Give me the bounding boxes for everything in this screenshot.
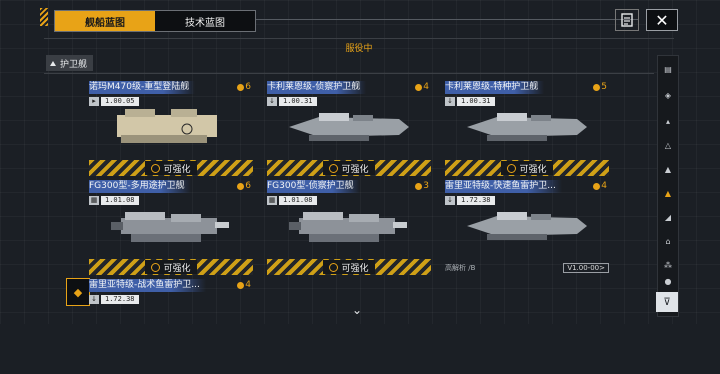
close-icon: ✕	[655, 10, 669, 30]
tier-value: 4	[423, 82, 429, 92]
category-divider	[44, 73, 654, 74]
upgrade-label: 可强化	[341, 164, 369, 175]
ship-card[interactable]: 卡利莱恩级-侦察护卫舰 4 ↓ 1.00.31 可强化	[267, 81, 431, 176]
ship-class-icon: ↓	[445, 195, 455, 205]
tier-icon	[415, 182, 423, 190]
tier-icon	[593, 83, 601, 91]
tab-tech-blueprint[interactable]: 技术蓝图	[155, 11, 255, 31]
upgrade-bar[interactable]: 可强化	[267, 259, 431, 275]
ship-image	[467, 212, 587, 240]
category-label: 护卫舰	[60, 59, 88, 70]
upgrade-label: 可强化	[341, 263, 369, 274]
ship-card[interactable]: FG300型-多用途护卫舰 6 ▦ 1.01.08 可强化	[89, 180, 253, 275]
tier-badge: 6	[237, 181, 251, 191]
category-toggle[interactable]: 护卫舰	[46, 55, 94, 71]
filter-class-3-icon[interactable]: △	[658, 136, 678, 154]
filter-icon: ⊽	[663, 296, 671, 308]
stripe-grip-icon	[40, 8, 48, 26]
filter-class-1-icon[interactable]: ◈	[658, 86, 678, 104]
blueprint-tabs: 舰船蓝图 技术蓝图	[54, 10, 256, 32]
version-number: 1.72.38	[101, 294, 139, 304]
tier-icon	[415, 83, 423, 91]
upgrade-icon	[507, 163, 517, 173]
ship-name: 诺玛M470级-重型登陆舰	[89, 81, 196, 94]
tier-value: 4	[245, 280, 251, 290]
ship-card[interactable]: FG300型-侦察护卫舰 3 ▦ 1.01.08 可强化	[267, 180, 431, 275]
upgrade-label: 可强化	[519, 164, 547, 175]
close-button[interactable]: ✕	[646, 9, 678, 31]
ship-class-icon: ▸	[89, 96, 99, 106]
ship-class-icon: ▦	[267, 195, 277, 205]
ship-card[interactable]: 雷里亚特级-快速鱼雷护卫... 4 ↓ 1.72.38 高解析 /B V1.00-…	[445, 180, 609, 275]
tier-icon	[237, 281, 245, 289]
ship-class-icon: ▦	[89, 195, 99, 205]
tier-badge: 4	[237, 280, 251, 290]
version-row: ↓ 1.72.38	[89, 294, 139, 304]
section-title: 服役中	[345, 44, 373, 54]
top-divider	[256, 19, 638, 20]
upgrade-bar[interactable]: 可强化	[267, 160, 431, 176]
ship-class-icon: ↓	[89, 294, 99, 304]
ship-image	[289, 113, 409, 141]
tier-badge: 4	[415, 82, 429, 92]
filter-class-6-icon[interactable]: ◢	[658, 208, 678, 226]
top-bar: 舰船蓝图 技术蓝图 ✕	[0, 0, 720, 36]
filter-frigate-icon[interactable]: ▲	[658, 184, 678, 202]
ship-image	[289, 212, 407, 242]
tier-icon	[593, 182, 601, 190]
upgrade-icon	[151, 262, 161, 272]
upgrade-icon	[329, 262, 339, 272]
legendary-badge-icon: ◆	[66, 278, 90, 306]
ship-name: FG300型-多用途护卫舰	[89, 180, 191, 193]
notes-button[interactable]	[615, 9, 639, 31]
tier-badge: 5	[593, 82, 607, 92]
upgrade-bar[interactable]: 可强化	[445, 160, 609, 176]
filter-class-2-icon[interactable]: ▴	[658, 112, 678, 130]
tier-badge: 4	[593, 181, 607, 191]
tier-value: 6	[245, 181, 251, 191]
ship-image	[467, 113, 587, 141]
version-tag: V1.00-00>	[563, 263, 609, 273]
section-header: 服役中	[44, 38, 674, 54]
tier-value: 4	[601, 181, 607, 191]
tier-icon	[237, 182, 245, 190]
ship-name: 雷里亚特级-战术鱼雷护卫...	[89, 279, 206, 292]
ship-name: 雷里亚特级-快速鱼雷护卫...	[445, 180, 562, 193]
upgrade-bar[interactable]: 可强化	[89, 160, 253, 176]
filter-button[interactable]: ⊽	[656, 292, 678, 312]
filter-class-9-icon[interactable]: ●	[658, 272, 678, 290]
tier-badge: 3	[415, 181, 429, 191]
upgrade-label: 可强化	[163, 164, 191, 175]
filter-class-7-icon[interactable]: ⌂	[658, 232, 678, 250]
ship-class-icon: ↓	[445, 96, 455, 106]
ship-class-filter-rail: ▤ ◈ ▴ △ ▲ ▲ ◢ ⌂ ⁂ ●	[657, 55, 679, 317]
ship-card[interactable]: 诺玛M470级-重型登陆舰 6 ▸ 1.00.05 可强化	[89, 81, 253, 176]
ship-card[interactable]: 卡利莱恩级-特种护卫舰 5 ↓ 1.00.31 可强化	[445, 81, 609, 176]
ship-image	[116, 108, 218, 144]
filter-class-4-icon[interactable]: ▲	[658, 160, 678, 178]
upgrade-label: 可强化	[163, 263, 191, 274]
chevron-down-icon[interactable]: ⌄	[352, 303, 362, 317]
ship-image	[111, 212, 229, 242]
ship-card[interactable]: 雷里亚特级-战术鱼雷护卫... 4 ↓ 1.72.38	[89, 279, 253, 374]
blueprint-stamp: 高解析 /B	[445, 264, 476, 272]
filter-all-icon[interactable]: ▤	[658, 60, 678, 78]
tier-value: 3	[423, 181, 429, 191]
ship-class-icon: ↓	[267, 96, 277, 106]
tier-icon	[237, 83, 245, 91]
tier-badge: 6	[237, 82, 251, 92]
ship-name: 卡利莱恩级-特种护卫舰	[445, 81, 545, 94]
notes-icon	[621, 13, 633, 27]
collapse-arrow-icon	[50, 60, 56, 66]
ship-name: FG300型-侦察护卫舰	[267, 180, 360, 193]
tier-value: 5	[601, 82, 607, 92]
upgrade-bar[interactable]: 可强化	[89, 259, 253, 275]
upgrade-icon	[329, 163, 339, 173]
ship-name: 卡利莱恩级-侦察护卫舰	[267, 81, 367, 94]
tier-value: 6	[245, 82, 251, 92]
tab-ship-blueprint[interactable]: 舰船蓝图	[55, 11, 155, 31]
upgrade-icon	[151, 163, 161, 173]
